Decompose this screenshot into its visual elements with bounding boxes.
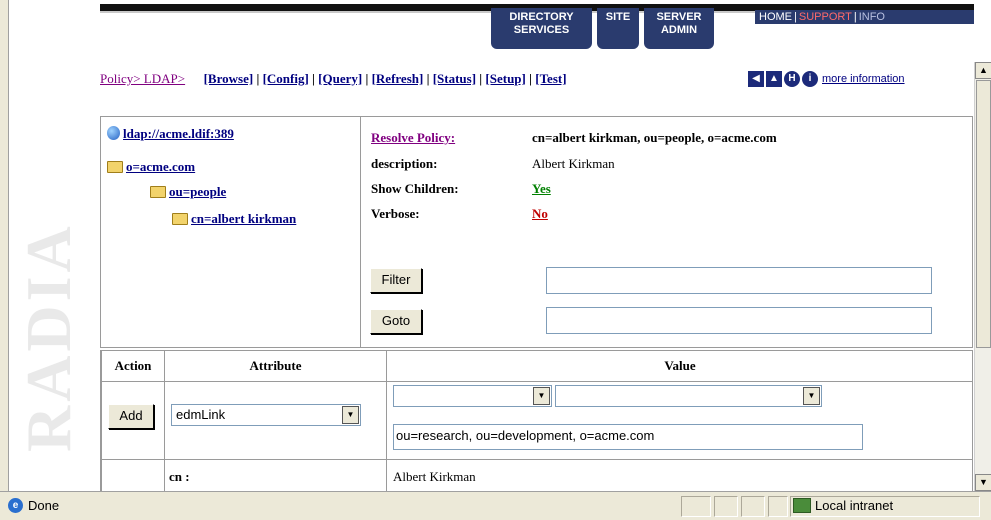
show-children-toggle[interactable]: Yes xyxy=(532,181,551,197)
nav-separator: | xyxy=(362,71,372,86)
policy-details: Resolve Policy: cn=albert kirkman, ou=pe… xyxy=(361,117,972,347)
refresh-link[interactable]: [Refresh] xyxy=(372,71,424,86)
tab-directory-services[interactable]: DIRECTORY SERVICES xyxy=(491,8,592,49)
tree-node-ou[interactable]: ou=people xyxy=(150,184,226,200)
breadcrumb[interactable]: Policy> LDAP> xyxy=(100,71,185,86)
verbose-label: Verbose: xyxy=(371,206,420,221)
status-text: Done xyxy=(28,498,60,513)
test-link[interactable]: [Test] xyxy=(535,71,566,86)
query-link[interactable]: [Query] xyxy=(318,71,362,86)
header-value: Value xyxy=(386,350,972,382)
scroll-down-icon[interactable]: ▼ xyxy=(975,474,991,491)
tree-node-org[interactable]: o=acme.com xyxy=(107,159,195,175)
attribute-table: Action Attribute Value Add edmLink ▼ ▼ ▼… xyxy=(100,350,973,491)
attribute-select-value: edmLink xyxy=(176,407,226,422)
back-icon[interactable]: ◀ xyxy=(748,71,764,88)
filter-button[interactable]: Filter xyxy=(370,268,422,293)
link-separator: | xyxy=(794,11,797,23)
status-link[interactable]: [Status] xyxy=(433,71,476,86)
tree-node-label: ldap://acme.ldif:389 xyxy=(123,126,234,141)
attribute-select[interactable]: edmLink ▼ xyxy=(171,404,361,426)
folder-open-icon xyxy=(172,213,188,225)
top-banner: DIRECTORY SERVICES SITE SERVER ADMIN HOM… xyxy=(100,0,974,56)
folder-open-icon xyxy=(107,161,123,173)
window-frame-left xyxy=(0,0,9,491)
link-separator: | xyxy=(853,11,857,23)
chevron-down-icon[interactable]: ▼ xyxy=(803,387,820,405)
tab-label-line1: SITE xyxy=(605,11,631,23)
value-select-2[interactable]: ▼ xyxy=(555,385,822,407)
row-attribute-value: Albert Kirkman xyxy=(386,459,972,491)
header-action: Action xyxy=(101,350,165,382)
browse-link[interactable]: [Browse] xyxy=(204,71,254,86)
nav-icons: ◀ ▲ Hi more information xyxy=(748,70,905,90)
goto-button[interactable]: Goto xyxy=(370,309,422,334)
resolve-policy-value: cn=albert kirkman, ou=people, o=acme.com xyxy=(532,130,777,145)
setup-link[interactable]: [Setup] xyxy=(485,71,525,86)
description-label: description: xyxy=(371,156,438,171)
row-action-cell xyxy=(101,459,165,491)
folder-open-icon xyxy=(150,186,166,198)
up-icon[interactable]: ▲ xyxy=(766,71,782,88)
page-done-icon: e xyxy=(8,498,23,513)
add-button[interactable]: Add xyxy=(108,404,154,429)
help-icon[interactable]: H xyxy=(784,71,800,88)
verbose-toggle[interactable]: No xyxy=(532,206,548,222)
radia-watermark: RADIA xyxy=(18,222,80,452)
status-bar: e Done Local intranet xyxy=(0,491,991,520)
top-links: HOME | SUPPORT | INFO xyxy=(755,10,974,24)
tab-site[interactable]: SITE xyxy=(597,8,639,49)
home-link[interactable]: HOME xyxy=(759,11,792,23)
filter-input[interactable] xyxy=(546,267,932,294)
tree-node-cn[interactable]: cn=albert kirkman xyxy=(172,211,296,227)
nav-separator: | xyxy=(253,71,263,86)
add-row-action-cell: Add xyxy=(101,381,165,460)
intranet-icon xyxy=(793,498,811,513)
nav-separator: | xyxy=(308,71,319,86)
status-panel xyxy=(714,496,738,517)
support-link[interactable]: SUPPORT xyxy=(799,11,852,23)
tree-node-label: ou=people xyxy=(169,184,227,199)
tab-label-line1: SERVER xyxy=(656,11,702,23)
tree-node-label: o=acme.com xyxy=(126,159,196,174)
tab-label-line1: DIRECTORY xyxy=(509,11,574,23)
info-link[interactable]: INFO xyxy=(859,11,885,23)
vertical-scrollbar[interactable]: ▲ ▼ xyxy=(974,62,991,491)
chevron-down-icon[interactable]: ▼ xyxy=(342,406,359,424)
policy-panel: ldap://acme.ldif:389 o=acme.com ou=peopl… xyxy=(100,116,973,348)
header-attribute: Attribute xyxy=(164,350,387,382)
tab-label-line2: SERVICES xyxy=(513,24,570,36)
watermark-text: RADIA xyxy=(18,222,80,452)
status-panel xyxy=(741,496,765,517)
ldap-tree: ldap://acme.ldif:389 o=acme.com ou=peopl… xyxy=(101,117,361,347)
more-information-link[interactable]: more information xyxy=(822,73,905,85)
goto-input[interactable] xyxy=(546,307,932,334)
status-panel xyxy=(681,496,711,517)
info-icon[interactable]: i xyxy=(802,71,818,88)
show-children-label: Show Children: xyxy=(371,181,459,196)
value-select-1[interactable]: ▼ xyxy=(393,385,552,407)
resolve-policy-label[interactable]: Resolve Policy: xyxy=(371,130,455,146)
add-row-attribute-cell: edmLink ▼ xyxy=(164,381,387,460)
chevron-down-icon[interactable]: ▼ xyxy=(533,387,550,405)
scroll-up-icon[interactable]: ▲ xyxy=(975,62,991,79)
config-link[interactable]: [Config] xyxy=(263,71,309,86)
tree-node-label: cn=albert kirkman xyxy=(191,211,297,226)
status-panel xyxy=(768,496,788,517)
nav-separator: | xyxy=(423,71,433,86)
scrollbar-thumb[interactable] xyxy=(976,80,991,348)
tab-server-admin[interactable]: SERVER ADMIN xyxy=(644,8,714,49)
tree-node-root[interactable]: ldap://acme.ldif:389 xyxy=(107,126,234,142)
globe-icon xyxy=(107,126,120,140)
nav-row: Policy> LDAP> [Browse] | [Config] | [Que… xyxy=(100,71,567,91)
row-attribute-name: cn : xyxy=(164,459,387,491)
nav-separator: | xyxy=(525,71,536,86)
zone-label: Local intranet xyxy=(815,498,894,513)
description-value: Albert Kirkman xyxy=(532,156,615,171)
value-input[interactable]: ou=research, ou=development, o=acme.com xyxy=(393,424,863,450)
add-row-value-cell: ▼ ▼ ou=research, ou=development, o=acme.… xyxy=(386,381,972,460)
tab-label-line2: ADMIN xyxy=(660,24,698,36)
